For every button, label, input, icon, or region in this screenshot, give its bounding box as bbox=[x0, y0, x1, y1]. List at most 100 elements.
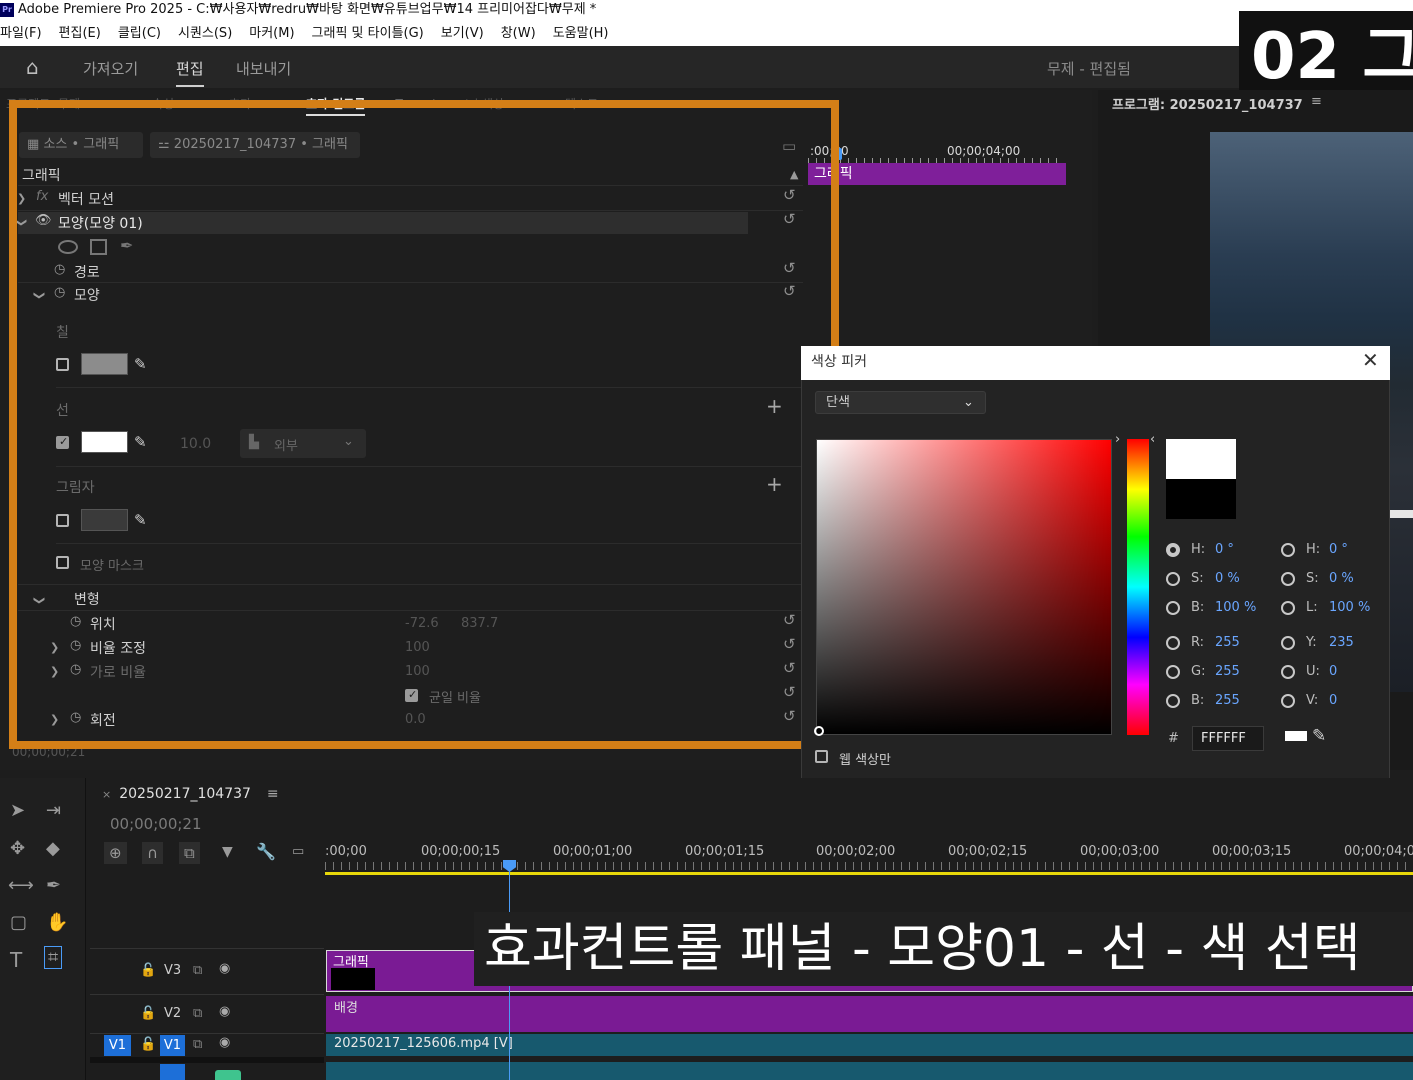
timeline-clip-background[interactable]: 배경 bbox=[326, 996, 1413, 1032]
saturation-brightness-field[interactable] bbox=[814, 439, 1112, 736]
color-selector-handle[interactable] bbox=[814, 726, 824, 736]
divider bbox=[90, 994, 324, 995]
radio-rgb-g[interactable] bbox=[1166, 665, 1180, 679]
tab-export[interactable]: 내보내기 bbox=[236, 58, 291, 79]
menu-window[interactable]: 창(W) bbox=[501, 22, 545, 46]
radio-hsb-b[interactable] bbox=[1166, 601, 1180, 615]
slip-tool-icon[interactable]: ⟷ bbox=[8, 875, 34, 896]
menu-clip[interactable]: 클립(C) bbox=[118, 22, 170, 46]
radio-hsl-h[interactable] bbox=[1281, 543, 1295, 557]
lock-icon[interactable]: 🔓 bbox=[140, 963, 156, 978]
radio-hsl-s[interactable] bbox=[1281, 572, 1295, 586]
captions-icon[interactable]: ▭ bbox=[292, 844, 304, 859]
timeline-timecode[interactable]: 00;00;00;21 bbox=[110, 815, 202, 833]
snap-icon[interactable]: ∩ bbox=[142, 842, 163, 864]
video-highlight-bar bbox=[1390, 510, 1413, 518]
lock-icon[interactable]: 🔓 bbox=[140, 1006, 156, 1021]
mini-timeline-ruler[interactable]: :00;00 00;00;04;00 bbox=[808, 142, 1076, 164]
value-v[interactable]: 0 bbox=[1329, 693, 1337, 708]
window-title-bar: Pr Adobe Premiere Pro 2025 - C:₩사용자₩redr… bbox=[0, 0, 1413, 22]
value-g[interactable]: 255 bbox=[1215, 664, 1240, 679]
value-hsb-h[interactable]: 0 ° bbox=[1215, 542, 1234, 557]
eyedropper-icon[interactable]: ✎ bbox=[1312, 726, 1326, 746]
hex-input[interactable]: FFFFFF bbox=[1192, 726, 1264, 751]
value-hsl-s[interactable]: 0 % bbox=[1329, 571, 1354, 586]
label-s: S: bbox=[1306, 571, 1319, 586]
sync-lock-icon[interactable]: ⧉ bbox=[193, 1037, 202, 1052]
panel-menu-icon[interactable]: ≡ bbox=[267, 786, 279, 802]
lock-icon[interactable]: 🔓 bbox=[140, 1037, 156, 1052]
eye-icon[interactable]: ◉ bbox=[219, 961, 230, 976]
radio-hsl-l[interactable] bbox=[1281, 601, 1295, 615]
highlight-box bbox=[9, 100, 839, 749]
track-label-v1[interactable]: V1 bbox=[160, 1035, 185, 1056]
value-hsl-l[interactable]: 100 % bbox=[1329, 600, 1370, 615]
hand-tool-icon[interactable]: ✋ bbox=[46, 912, 68, 933]
value-y[interactable]: 235 bbox=[1329, 635, 1354, 650]
program-monitor-title[interactable]: 프로그램: 20250217_104737 bbox=[1112, 94, 1303, 113]
value-u[interactable]: 0 bbox=[1329, 664, 1337, 679]
audio-meter-toggle[interactable] bbox=[215, 1070, 241, 1080]
type-tool-icon[interactable]: T bbox=[10, 948, 22, 972]
sequence-tab[interactable]: × 20250217_104737 ≡ bbox=[102, 786, 279, 802]
value-r[interactable]: 255 bbox=[1215, 635, 1240, 650]
hue-slider-right-arrow[interactable]: ‹ bbox=[1150, 432, 1155, 447]
close-icon[interactable]: × bbox=[102, 788, 111, 801]
value-hsl-h[interactable]: 0 ° bbox=[1329, 542, 1348, 557]
track-select-tool-icon[interactable]: ⇥ bbox=[46, 800, 61, 821]
menu-edit[interactable]: 편집(E) bbox=[59, 22, 110, 46]
menu-sequence[interactable]: 시퀀스(S) bbox=[178, 22, 241, 46]
fill-mode-dropdown[interactable]: 단색 ⌄ bbox=[815, 391, 986, 414]
timeline-clip-video[interactable]: 20250217_125606.mp4 [V] bbox=[326, 1034, 1413, 1056]
tab-import[interactable]: 가져오기 bbox=[83, 58, 138, 79]
timeline-ruler[interactable]: :00;00 00;00;00;15 00;00;01;00 00;00;01;… bbox=[325, 842, 1413, 876]
track-label-v3[interactable]: V3 bbox=[164, 963, 181, 1001]
label-h: H: bbox=[1191, 542, 1206, 557]
panel-menu-icon[interactable]: ≡ bbox=[1311, 94, 1322, 109]
original-color-preview[interactable] bbox=[1166, 479, 1236, 519]
timeline-clip-audio[interactable] bbox=[326, 1062, 1413, 1080]
settings-wrench-icon[interactable]: 🔧 bbox=[256, 842, 276, 861]
menu-marker[interactable]: 마커(M) bbox=[249, 22, 303, 46]
radio-hsb-s[interactable] bbox=[1166, 572, 1180, 586]
ripple-edit-tool-icon[interactable]: ✥ bbox=[10, 838, 25, 859]
hue-slider[interactable] bbox=[1127, 439, 1149, 735]
menu-view[interactable]: 보기(V) bbox=[441, 22, 493, 46]
linked-selection-icon[interactable]: ⧉ bbox=[179, 842, 200, 864]
menu-file[interactable]: 파일(F) bbox=[0, 22, 51, 46]
menu-help[interactable]: 도움말(H) bbox=[553, 22, 618, 46]
mini-timeline-clip[interactable]: 그래픽 bbox=[808, 163, 1066, 185]
pen-tool-icon[interactable]: ✒ bbox=[46, 875, 61, 896]
work-area-bar[interactable] bbox=[325, 872, 1413, 875]
nest-icon[interactable]: ⊕ bbox=[104, 842, 127, 864]
web-colors-checkbox[interactable] bbox=[815, 750, 828, 763]
menu-graphics[interactable]: 그래픽 및 타이틀(G) bbox=[312, 22, 433, 46]
value-hsb-s[interactable]: 0 % bbox=[1215, 571, 1240, 586]
tab-edit[interactable]: 편집 bbox=[176, 58, 204, 87]
radio-rgb-b[interactable] bbox=[1166, 694, 1180, 708]
color-picker-title: 색상 피커 bbox=[801, 346, 1390, 380]
home-icon[interactable]: ⌂ bbox=[26, 55, 39, 79]
radio-yuv-u[interactable] bbox=[1281, 665, 1295, 679]
hue-slider-left-arrow[interactable]: › bbox=[1115, 432, 1120, 447]
audio-source-patch[interactable] bbox=[160, 1064, 185, 1080]
radio-hsb-h[interactable] bbox=[1166, 543, 1180, 557]
eye-icon[interactable]: ◉ bbox=[219, 1035, 230, 1050]
rectangle-tool-icon[interactable]: ▢ bbox=[10, 912, 27, 933]
close-icon[interactable]: ✕ bbox=[1362, 348, 1379, 372]
tutorial-caption: 효과컨트롤 패널 - 모양01 - 선 - 색 선택 bbox=[474, 912, 1413, 986]
timeline-toolbar: ⊕ ∩ ⧉ ▼ 🔧 ▭ bbox=[104, 840, 324, 868]
radio-yuv-y[interactable] bbox=[1281, 636, 1295, 650]
sync-lock-icon[interactable]: ⧉ bbox=[193, 1006, 202, 1021]
value-b[interactable]: 255 bbox=[1215, 693, 1240, 708]
radio-rgb-r[interactable] bbox=[1166, 636, 1180, 650]
razor-tool-icon[interactable]: ◆ bbox=[46, 838, 60, 859]
caption-tool-icon[interactable]: ⌗ bbox=[44, 946, 63, 969]
eye-icon[interactable]: ◉ bbox=[219, 1004, 230, 1019]
source-patch-v1[interactable]: V1 bbox=[104, 1035, 131, 1056]
value-hsb-b[interactable]: 100 % bbox=[1215, 600, 1256, 615]
radio-yuv-v[interactable] bbox=[1281, 694, 1295, 708]
add-marker-icon[interactable]: ▼ bbox=[222, 844, 233, 860]
selection-tool-icon[interactable]: ➤ bbox=[10, 800, 25, 821]
sync-lock-icon[interactable]: ⧉ bbox=[193, 963, 202, 978]
